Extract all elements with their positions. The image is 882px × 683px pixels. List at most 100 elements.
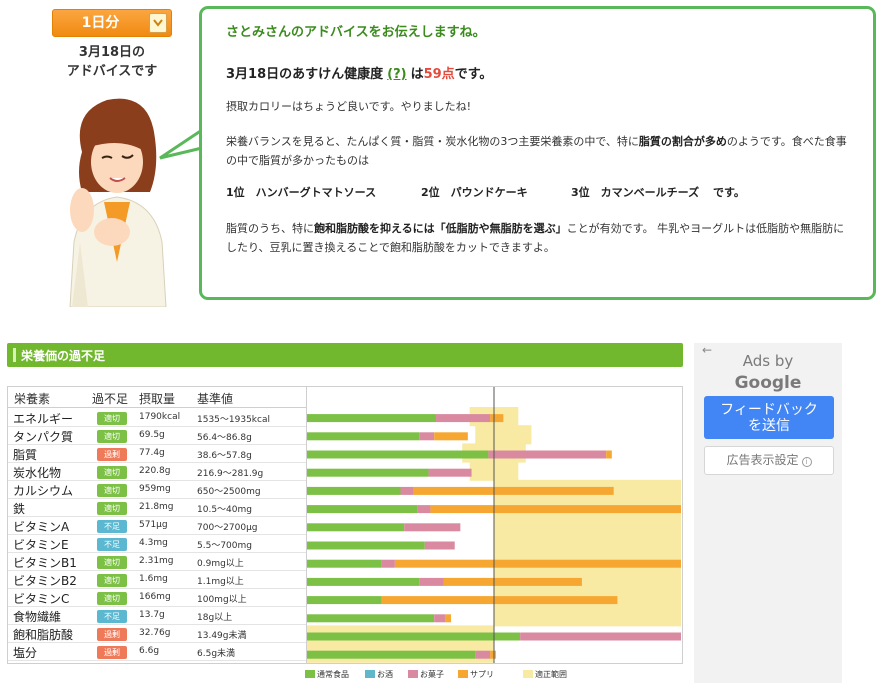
bar-segment xyxy=(488,450,607,459)
bar-segment xyxy=(606,450,612,459)
nutrition-bar-chart xyxy=(307,387,681,663)
ad-settings-label: 広告表示設定 xyxy=(726,453,799,467)
standard-value: 100mg以上 xyxy=(197,595,247,605)
advisor-avatar xyxy=(69,98,167,307)
header-name: 栄養素 xyxy=(14,392,51,406)
intake-value: 166mg xyxy=(139,592,171,602)
standard-value: 38.6～57.8g xyxy=(197,451,252,461)
table-row: 食物繊維 不足 13.7g 18g以上 xyxy=(8,607,306,625)
bar-segment xyxy=(417,505,431,514)
legend-swatch xyxy=(458,670,468,678)
intake-value: 21.8mg xyxy=(139,502,174,512)
status-badge: 適切 xyxy=(97,466,127,479)
bar-segment xyxy=(475,650,491,659)
balance-advice: 栄養バランスを見ると、たんぱく質・脂質・炭水化物の3つ主要栄養素の中で、特に脂質… xyxy=(226,132,852,170)
status-badge: 過剰 xyxy=(97,628,127,641)
bar-segment xyxy=(436,414,491,423)
nutrition-section-title: 栄養価の過不足 xyxy=(21,349,106,363)
status-badge: 不足 xyxy=(97,520,127,533)
send-feedback-button[interactable]: フィードバック を送信 xyxy=(704,396,834,439)
status-badge: 適切 xyxy=(97,592,127,605)
table-row: ビタミンB1 適切 2.31mg 0.9mg以上 xyxy=(8,553,306,571)
bar-segment xyxy=(307,541,425,550)
period-selector[interactable]: 1日分 xyxy=(52,9,172,37)
feedback-label-1: フィードバック xyxy=(720,402,818,418)
bar-segment xyxy=(307,632,521,641)
optimal-range-band xyxy=(494,607,681,627)
nutrient-name: 食物繊維 xyxy=(13,610,62,624)
legend-label: 適正範囲 xyxy=(535,670,567,679)
legend-swatch xyxy=(523,670,533,678)
optimal-range-band xyxy=(475,425,532,445)
score-mid: は xyxy=(410,67,424,82)
table-row: 脂質 過剰 77.4g 38.6～57.8g xyxy=(8,445,306,463)
bar-segment xyxy=(307,614,435,623)
standard-value: 18g以上 xyxy=(197,613,233,623)
nutrient-name: 鉄 xyxy=(13,502,26,516)
nutrient-name: ビタミンA xyxy=(13,520,70,534)
legend-label: 通常食品 xyxy=(317,670,349,679)
legend-item: お菓子 xyxy=(408,669,444,680)
fat-bold: 飽和脂肪酸を抑えるには「低脂肪や無脂肪を選ぶ」 xyxy=(314,222,567,235)
standard-value: 5.5～700mg xyxy=(197,541,252,551)
table-row: ビタミンB2 適切 1.6mg 1.1mg以上 xyxy=(8,571,306,589)
nutrition-section-header: 栄養価の過不足 xyxy=(7,343,683,367)
intake-value: 6.6g xyxy=(139,646,160,656)
bar-segment xyxy=(424,541,455,550)
bar-segment xyxy=(307,414,437,423)
standard-value: 216.9～281.9g xyxy=(197,469,264,479)
legend-item: 通常食品 xyxy=(305,669,349,680)
score-prefix: 3月18日のあすけん健康度 xyxy=(226,67,384,82)
bar-segment xyxy=(428,468,472,477)
table-row: カルシウム 適切 959mg 650～2500mg xyxy=(8,481,306,499)
status-badge: 適切 xyxy=(97,556,127,569)
optimal-range-band xyxy=(494,534,681,554)
status-badge: 適切 xyxy=(97,574,127,587)
intake-value: 571μg xyxy=(139,520,168,530)
bar-segment xyxy=(307,486,401,495)
bar-segment xyxy=(307,596,382,605)
health-score-line: 3月18日のあすけん健康度 (?) は59点です。 xyxy=(226,63,492,82)
fat-advice: 脂質のうち、特に飽和脂肪酸を抑えるには「低脂肪や無脂肪を選ぶ」ことが有効です。 … xyxy=(226,219,852,257)
bar-segment xyxy=(443,577,582,586)
ad-settings-button[interactable]: 広告表示設定 i xyxy=(704,446,834,475)
table-header: 栄養素 過不足 摂取量 基準値 xyxy=(8,387,306,408)
bar-segment xyxy=(404,523,461,532)
chevron-down-icon[interactable] xyxy=(149,13,167,33)
rank-item: 2位 パウンドケーキ xyxy=(421,186,528,199)
intake-value: 32.76g xyxy=(139,628,171,638)
bar-segment xyxy=(400,486,414,495)
rank-item: 3位 カマンベールチーズ xyxy=(571,186,700,199)
help-link[interactable]: (?) xyxy=(387,67,406,82)
optimal-range-band xyxy=(494,516,681,536)
advice-greeting: さとみさんのアドバイスをお伝えしますね。 xyxy=(226,25,486,40)
bar-segment xyxy=(307,432,420,441)
status-badge: 過剰 xyxy=(97,448,127,461)
score-suffix: です。 xyxy=(454,67,493,82)
table-row: 塩分 過剰 6.6g 6.5g未満 xyxy=(8,643,306,661)
legend-item: 適正範囲 xyxy=(523,669,567,680)
intake-value: 959mg xyxy=(139,484,171,494)
standard-value: 6.5g未満 xyxy=(197,649,236,659)
bar-segment xyxy=(307,468,429,477)
bar-segment xyxy=(307,577,420,586)
advice-date-caption: 3月18日の アドバイスです xyxy=(52,43,172,81)
intake-value: 4.3mg xyxy=(139,538,168,548)
nutrient-name: 塩分 xyxy=(13,646,38,660)
nutrient-name: 脂質 xyxy=(13,448,38,462)
nutrient-name: タンパク質 xyxy=(13,430,74,444)
legend-label: サプリ xyxy=(470,670,494,679)
ads-by-label: Ads by xyxy=(742,352,794,370)
ads-by-google: Ads by Google xyxy=(694,350,842,394)
legend-label: お菓子 xyxy=(420,670,444,679)
bar-segment xyxy=(520,632,681,641)
intake-value: 1790kcal xyxy=(139,412,181,422)
legend-label: お酒 xyxy=(377,670,393,679)
google-label: Google xyxy=(734,373,802,393)
bar-segment xyxy=(445,614,451,623)
table-row: ビタミンC 適切 166mg 100mg以上 xyxy=(8,589,306,607)
rank-suffix: です。 xyxy=(713,186,745,199)
intake-value: 69.5g xyxy=(139,430,165,440)
standard-value: 700～2700μg xyxy=(197,523,258,533)
bar-segment xyxy=(419,577,444,586)
